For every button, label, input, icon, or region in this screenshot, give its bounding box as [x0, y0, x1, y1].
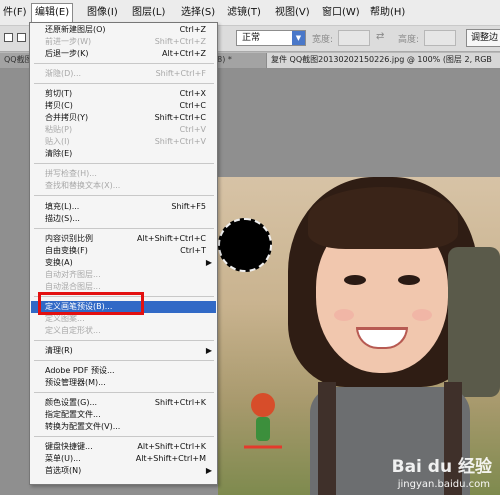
menu-layer[interactable]: 图层(L) — [129, 5, 168, 21]
menu-item-cut[interactable]: 剪切(T) Ctrl+X — [31, 88, 216, 100]
chevron-down-icon: ▼ — [292, 31, 305, 45]
edit-menu-dropdown: 还原新建图层(O) Ctrl+Z 前进一步(W) Shift+Ctrl+Z 后退一步… — [29, 22, 218, 485]
menu-item-copy-merged[interactable]: 合并拷贝(Y) Shift+Ctrl+C — [31, 112, 216, 124]
menu-help[interactable]: 帮助(H) — [367, 5, 408, 21]
menu-item-convert-profile[interactable]: 转换为配置文件(V)... — [31, 421, 216, 433]
watermark-url: jingyan.baidu.com — [397, 479, 490, 490]
menu-separator — [34, 340, 214, 341]
menu-image[interactable]: 图像(I) — [84, 5, 121, 21]
menu-item-spell-check: 拼写检查(H)... — [45, 169, 97, 178]
mode-value: 正常 — [242, 33, 261, 43]
menu-separator — [34, 195, 214, 196]
new-selection-icon[interactable] — [4, 33, 13, 42]
menu-item-fill[interactable]: 填充(L)... Shift+F5 — [31, 201, 216, 213]
menu-item-preset-manager[interactable]: 预设管理器(M)... — [31, 377, 216, 389]
menu-view[interactable]: 视图(V) — [272, 5, 313, 21]
highlight-callout — [38, 292, 144, 315]
left-strap — [318, 382, 336, 495]
menu-separator — [34, 63, 214, 64]
menu-item-step-forward: 前进一步(W) Shift+Ctrl+Z — [45, 37, 206, 46]
menu-separator — [34, 436, 214, 437]
menu-item-color-settings[interactable]: 颜色设置(G)... Shift+Ctrl+K — [31, 397, 216, 409]
right-cheek — [412, 309, 432, 321]
menu-item-assign-profile[interactable]: 指定配置文件... — [31, 409, 216, 421]
menu-separator — [34, 228, 214, 229]
menu-edit[interactable]: 编辑(E) — [31, 3, 74, 23]
add-selection-icon[interactable] — [17, 33, 26, 42]
menu-item-pdf-presets[interactable]: Adobe PDF 预设... — [31, 365, 216, 377]
menu-item-find-replace: 查找和替换文本(X)... — [45, 181, 121, 190]
refine-edge-button[interactable]: 调整边 — [466, 29, 500, 47]
menu-separator — [34, 83, 214, 84]
menu-item-copy[interactable]: 拷贝(C) Ctrl+C — [31, 100, 216, 112]
doc-tab-2[interactable]: (8) * — [210, 53, 270, 68]
menu-item-purge[interactable]: 清理(R) ▶ — [31, 345, 216, 357]
width-field[interactable] — [338, 30, 370, 46]
menu-item-define-shape: 定义自定形状... — [45, 326, 101, 335]
submenu-arrow-icon: ▶ — [205, 258, 212, 267]
backpack-shape — [448, 247, 500, 397]
menu-item-preferences[interactable]: 首选项(N) ▶ — [31, 465, 216, 477]
menu-separator — [34, 163, 214, 164]
menu-item-transform[interactable]: 变换(A) ▶ — [31, 257, 216, 269]
menu-window[interactable]: 窗口(W) — [319, 5, 363, 21]
height-label: 高度: — [398, 35, 420, 45]
menu-item-stroke[interactable]: 描边(S)... — [31, 213, 216, 225]
submenu-arrow-icon: ▶ — [205, 346, 212, 355]
menu-separator — [34, 360, 214, 361]
height-field[interactable] — [424, 30, 456, 46]
menu-separator — [34, 392, 214, 393]
left-eye — [344, 275, 366, 285]
menu-item-content-aware-scale[interactable]: 内容识别比例 Alt+Shift+Ctrl+C — [31, 233, 216, 245]
swap-icon[interactable]: ⇄ — [376, 31, 384, 42]
menu-item-undo[interactable]: 还原新建图层(O) Ctrl+Z — [31, 24, 216, 36]
bangs-shape — [308, 187, 458, 249]
menu-filter[interactable]: 滤镜(T) — [224, 5, 264, 21]
right-eye — [398, 275, 420, 285]
menu-item-paste: 粘贴(P) Ctrl+V — [45, 125, 206, 134]
badge-stamp-icon — [244, 393, 282, 449]
menu-select[interactable]: 选择(S) — [178, 5, 218, 21]
submenu-arrow-icon: ▶ — [205, 466, 212, 475]
left-cheek — [334, 309, 354, 321]
menu-file[interactable]: 件(F) — [0, 5, 30, 21]
menu-item-auto-align: 自动对齐图层... — [45, 270, 101, 279]
menu-item-step-backward[interactable]: 后退一步(K) Alt+Ctrl+Z — [31, 48, 216, 60]
menu-item-free-transform[interactable]: 自由变换(F) Ctrl+T — [31, 245, 216, 257]
doc-tab-active[interactable]: 复件 QQ截图20130202150226.jpg @ 100% (图层 2, … — [266, 53, 500, 68]
watermark-title: Bai du 经验 — [391, 457, 492, 477]
menu-item-keyboard-shortcuts[interactable]: 键盘快捷键... Alt+Shift+Ctrl+K — [31, 441, 216, 453]
circle-selection[interactable] — [218, 218, 272, 272]
width-label: 宽度: — [312, 35, 334, 45]
menu-item-fade: 渐隐(D)... Shift+Ctrl+F — [45, 69, 206, 78]
mode-select[interactable]: 正常 ▼ — [236, 30, 306, 46]
menu-item-menus[interactable]: 菜单(U)... Alt+Shift+Ctrl+M — [31, 453, 216, 465]
menu-item-clear[interactable]: 清除(E) — [31, 148, 216, 160]
menu-item-paste-into: 贴入(I) Shift+Ctrl+V — [45, 137, 206, 146]
